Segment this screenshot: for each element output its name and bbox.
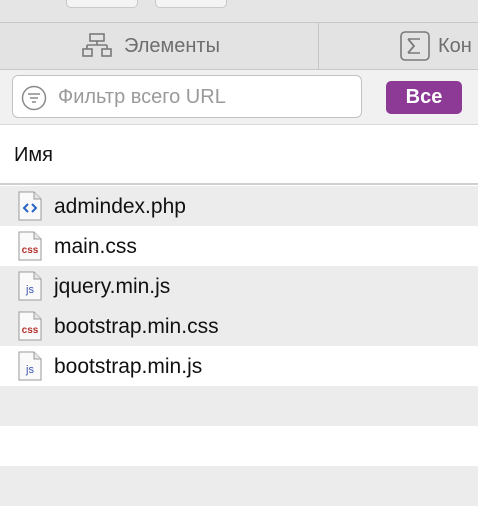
table-row[interactable]: css main.css bbox=[0, 226, 478, 266]
file-name: admindex.php bbox=[54, 195, 186, 218]
empty-row bbox=[0, 466, 478, 506]
filter-field[interactable] bbox=[12, 75, 362, 118]
tab-console[interactable]: Кон bbox=[400, 23, 472, 69]
js-file-icon: js bbox=[18, 271, 42, 306]
tab-label: Кон bbox=[438, 34, 472, 57]
filter-input[interactable] bbox=[56, 80, 350, 115]
console-icon bbox=[400, 31, 430, 61]
table-row[interactable]: js bootstrap.min.js bbox=[0, 346, 478, 386]
toolbar-button[interactable] bbox=[66, 0, 138, 8]
empty-row bbox=[0, 386, 478, 426]
tab-elements[interactable]: Элементы bbox=[82, 23, 220, 69]
column-header-name[interactable]: Имя bbox=[14, 144, 53, 167]
tab-label: Элементы bbox=[124, 34, 220, 57]
toolbar-button[interactable] bbox=[155, 0, 227, 8]
filter-icon bbox=[21, 85, 47, 116]
table-row[interactable]: css bootstrap.min.css bbox=[0, 306, 478, 346]
file-name: bootstrap.min.js bbox=[54, 355, 203, 378]
svg-text:js: js bbox=[25, 284, 34, 296]
svg-text:css: css bbox=[22, 245, 39, 256]
php-file-icon bbox=[18, 191, 42, 226]
css-file-icon: css bbox=[18, 231, 42, 266]
table-header: Имя bbox=[0, 125, 478, 185]
file-name: main.css bbox=[54, 235, 137, 258]
elements-icon bbox=[82, 32, 112, 60]
table-row[interactable]: js jquery.min.js bbox=[0, 266, 478, 306]
empty-row bbox=[0, 426, 478, 466]
tab-divider bbox=[318, 23, 319, 69]
file-name: bootstrap.min.css bbox=[54, 315, 219, 338]
file-list: admindex.php css main.css js jquery.min.… bbox=[0, 186, 478, 506]
table-row[interactable]: admindex.php bbox=[0, 186, 478, 226]
top-toolbar bbox=[0, 0, 478, 22]
filter-bar: Все bbox=[0, 70, 478, 125]
svg-text:js: js bbox=[25, 364, 34, 376]
file-name: jquery.min.js bbox=[54, 275, 171, 298]
all-button[interactable]: Все bbox=[386, 81, 462, 114]
css-file-icon: css bbox=[18, 311, 42, 346]
tab-bar: Элементы Кон bbox=[0, 22, 478, 70]
js-file-icon: js bbox=[18, 351, 42, 386]
svg-text:css: css bbox=[22, 325, 39, 336]
